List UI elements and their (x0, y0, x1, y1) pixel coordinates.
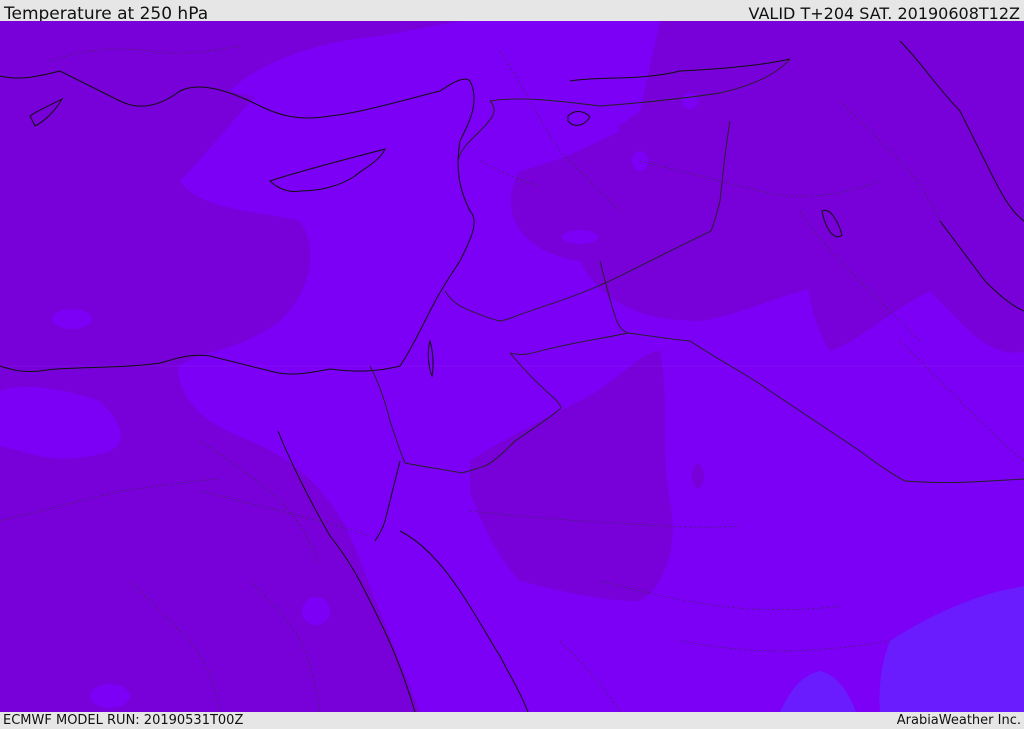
blob (52, 309, 92, 329)
blob (562, 230, 598, 244)
map-area[interactable] (0, 21, 1024, 712)
blob (682, 93, 698, 109)
blob (302, 597, 330, 625)
blob (692, 464, 704, 488)
top-bar: Temperature at 250 hPa VALID T+204 SAT. … (0, 0, 1024, 24)
temperature-map[interactable] (0, 21, 1024, 712)
bottom-bar: ECMWF MODEL RUN: 20190531T00Z ArabiaWeat… (0, 712, 1024, 729)
credit-label: ArabiaWeather Inc. (896, 713, 1021, 728)
model-run-label: ECMWF MODEL RUN: 20190531T00Z (3, 713, 244, 728)
blob (90, 684, 130, 708)
